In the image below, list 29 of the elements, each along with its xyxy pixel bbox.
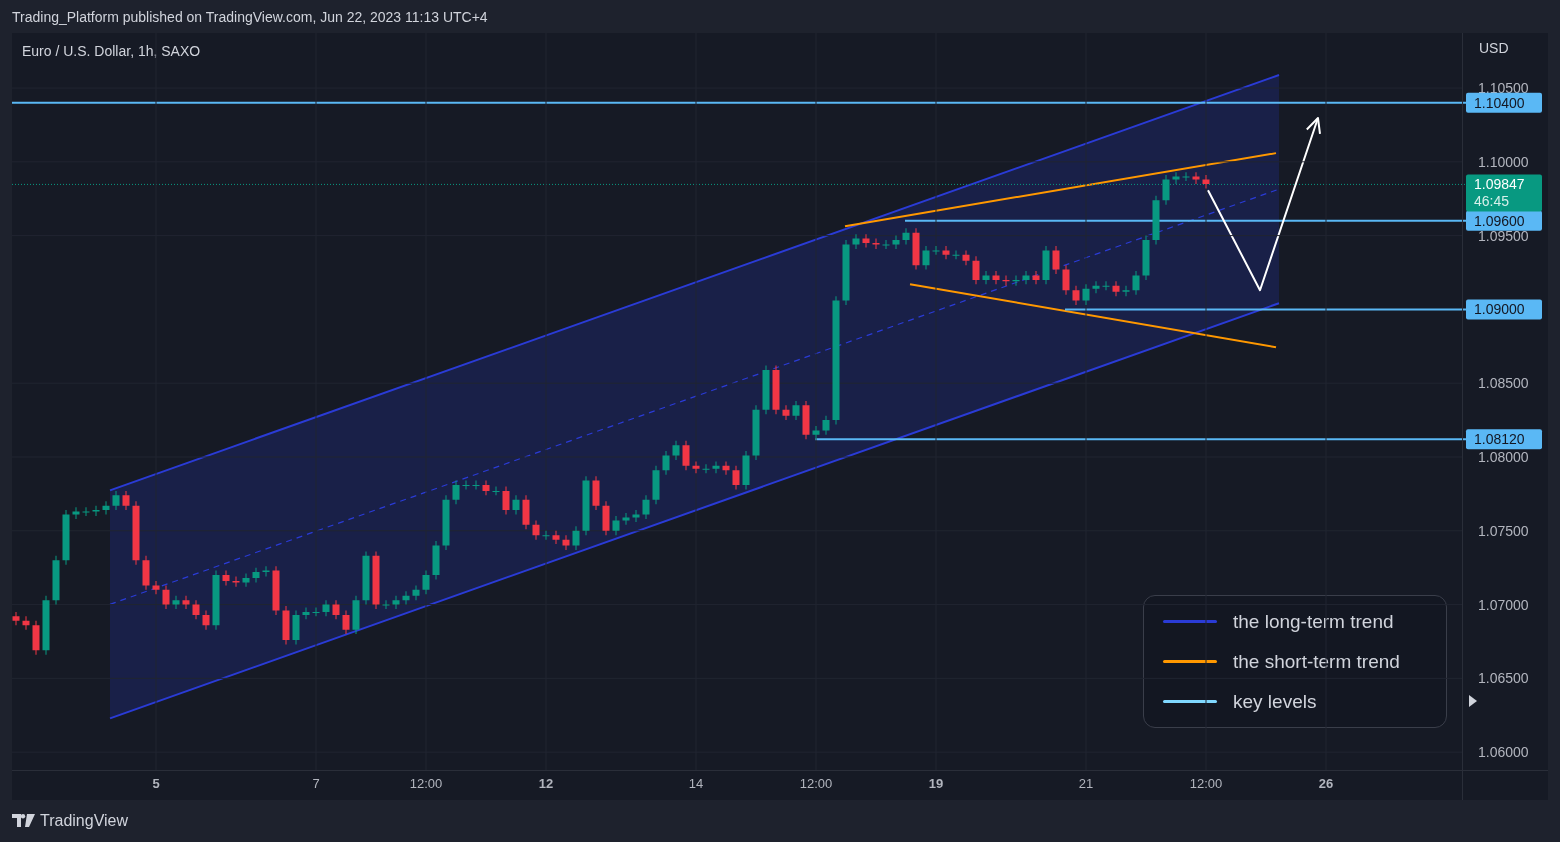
time-tick-label: 5 bbox=[152, 776, 160, 791]
price-tick-label: 1.07000 bbox=[1478, 596, 1529, 613]
price-tick-label: 1.10000 bbox=[1478, 153, 1529, 170]
time-tick-label: 14 bbox=[688, 776, 704, 791]
price-label: 1.08120 bbox=[1466, 429, 1542, 450]
price-tick-label: 1.08000 bbox=[1478, 449, 1529, 465]
time-tick-label: 12:00 bbox=[409, 776, 443, 791]
time-tick-label: 12:00 bbox=[799, 776, 833, 791]
time-tick-label: 19 bbox=[928, 776, 944, 791]
legend-label: the short-term trend bbox=[1233, 650, 1400, 673]
legend-label: the long-term trend bbox=[1233, 610, 1394, 633]
time-tick-label: 7 bbox=[312, 776, 320, 791]
price-tick-label: 1.06000 bbox=[1478, 744, 1529, 761]
price-label: 1.09000 bbox=[1466, 299, 1542, 320]
brand-name[interactable]: TradingView bbox=[40, 812, 129, 830]
legend-label: key levels bbox=[1233, 690, 1317, 713]
price-label: 1.09600 bbox=[1466, 210, 1542, 231]
time-tick-label: 12:00 bbox=[1189, 776, 1223, 791]
price-label: 1.10400 bbox=[1466, 92, 1542, 113]
time-tick-label: 26 bbox=[1318, 776, 1334, 791]
time-tick-label: 12 bbox=[538, 776, 554, 791]
current-price-label: 1.09847 46:45 bbox=[1466, 174, 1542, 212]
price-tick-label: 1.08500 bbox=[1478, 375, 1529, 392]
publisher-line: Trading_Platform published on TradingView.com, Jun 22, 2023 11:13 UTC+4 bbox=[12, 8, 488, 25]
price-tick-label: 1.06500 bbox=[1478, 670, 1529, 687]
currency-label: USD bbox=[1479, 40, 1509, 56]
price-tick-label: 1.07500 bbox=[1478, 522, 1529, 539]
chart-title: Euro / U.S. Dollar, 1h, SAXO bbox=[22, 43, 201, 59]
time-tick-label: 21 bbox=[1078, 776, 1094, 791]
